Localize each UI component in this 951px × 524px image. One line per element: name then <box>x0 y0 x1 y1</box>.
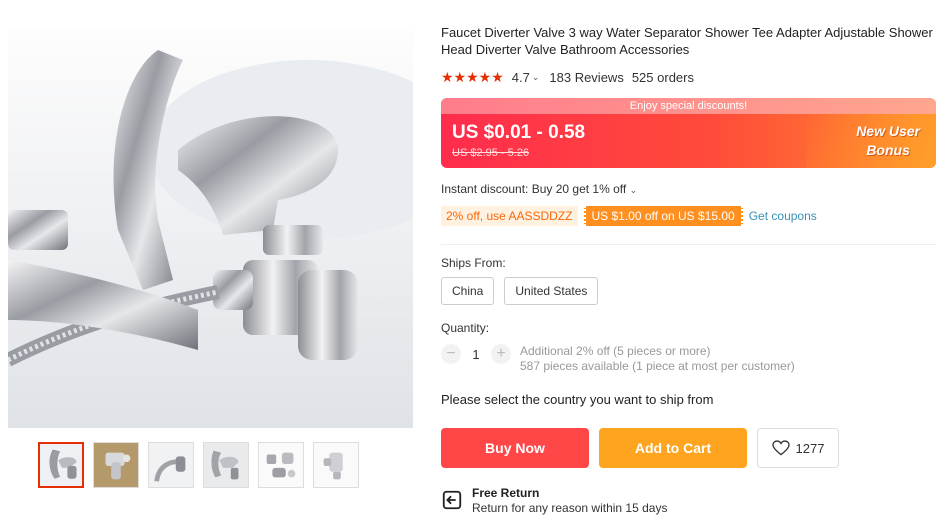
instant-discount[interactable]: Instant discount: Buy 20 get 1% off ⌄ <box>441 182 647 196</box>
thumbnail-1[interactable] <box>38 442 84 488</box>
original-price: US $2.95 - 5.26 <box>452 147 530 159</box>
ship-option-china[interactable]: China <box>441 277 495 305</box>
quantity-label: Quantity: <box>441 321 490 335</box>
free-return-info: Free Return Return for any reason within… <box>441 486 667 516</box>
shipping-note: Please select the country you want to sh… <box>441 392 714 407</box>
instant-discount-text: Instant discount: Buy 20 get 1% off <box>441 182 627 196</box>
price-box: Enjoy special discounts! US $0.01 - 0.58… <box>441 98 936 168</box>
thumbnail-4[interactable] <box>203 442 249 488</box>
quantity-increase-button[interactable]: + <box>491 344 511 364</box>
store-coupon-badge[interactable]: US $1.00 off on US $15.00 <box>583 206 743 226</box>
new-user-bonus-badge[interactable]: New User Bonus <box>856 122 920 160</box>
new-user-line2: Bonus <box>866 142 910 158</box>
thumbnail-3[interactable] <box>148 442 194 488</box>
thumbnail-2[interactable] <box>93 442 139 488</box>
get-coupons-link[interactable]: Get coupons <box>749 209 817 223</box>
reviews-link[interactable]: 183 Reviews <box>549 70 623 85</box>
thumbnail-5[interactable] <box>258 442 304 488</box>
additional-discount-text: Additional 2% off (5 pieces or more) <box>520 344 711 358</box>
quantity-value[interactable]: 1 <box>461 347 491 362</box>
quantity-stepper: − 1 + Additional 2% off (5 pieces or mor… <box>441 344 795 373</box>
coupon-row: 2% off, use AASSDDZZ US $1.00 off on US … <box>441 206 817 226</box>
add-to-cart-button[interactable]: Add to Cart <box>599 428 747 468</box>
rating-stars: ★★★★★ <box>441 69 504 85</box>
product-title: Faucet Diverter Valve 3 way Water Separa… <box>441 25 933 57</box>
ships-from-options: China United States <box>441 277 599 305</box>
free-return-title: Free Return <box>472 486 540 500</box>
rating-row: ★★★★★ 4.7 ⌄ 183 Reviews 525 orders <box>441 69 694 86</box>
divider <box>441 244 936 245</box>
price-banner: Enjoy special discounts! <box>441 98 936 114</box>
buy-now-button[interactable]: Buy Now <box>441 428 589 468</box>
quantity-decrease-button[interactable]: − <box>441 344 461 364</box>
wishlist-button[interactable]: 1277 <box>757 428 839 468</box>
new-user-line1: New User <box>856 123 920 139</box>
ship-option-united-states[interactable]: United States <box>504 277 599 305</box>
free-return-subtitle: Return for any reason within 15 days <box>472 501 668 515</box>
availability-text: 587 pieces available (1 piece at most pe… <box>520 359 795 373</box>
orders-count: 525 orders <box>631 70 694 85</box>
current-price: US $0.01 - 0.58 <box>452 122 586 143</box>
ships-from-label: Ships From: <box>441 256 506 270</box>
chevron-down-icon: ⌄ <box>629 185 638 195</box>
heart-icon <box>771 440 790 456</box>
rating-value[interactable]: 4.7 <box>512 70 530 85</box>
wishlist-count: 1277 <box>795 440 825 456</box>
coupon-code-badge[interactable]: 2% off, use AASSDDZZ <box>441 206 578 226</box>
main-product-image[interactable] <box>8 30 413 428</box>
return-icon <box>442 490 462 510</box>
quantity-info: Additional 2% off (5 pieces or more) 587… <box>520 344 795 374</box>
faucet-image <box>8 30 413 428</box>
chevron-down-icon[interactable]: ⌄ <box>532 72 540 83</box>
thumbnail-strip <box>38 442 359 488</box>
thumbnail-6[interactable] <box>313 442 359 488</box>
